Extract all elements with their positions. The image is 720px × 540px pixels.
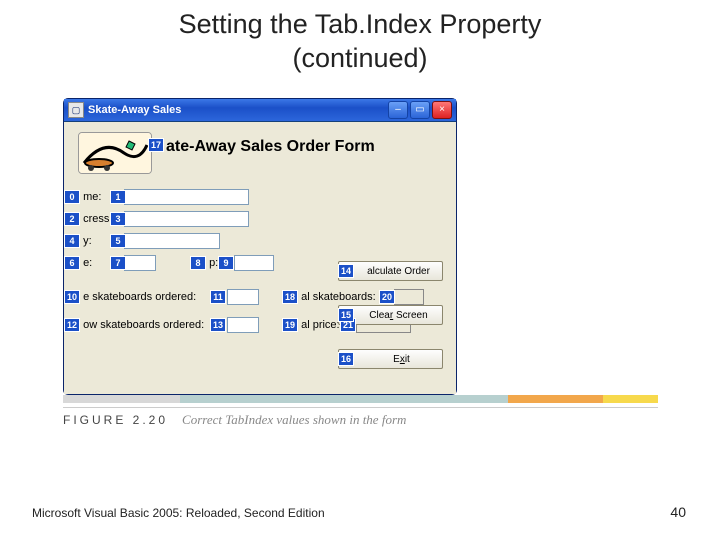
titlebar: ▢ Skate-Away Sales – ▭ × xyxy=(64,99,456,122)
maximize-button[interactable]: ▭ xyxy=(410,101,430,119)
window-title: Skate-Away Sales xyxy=(88,104,388,116)
clear-button-label: Clear Screen xyxy=(353,310,427,321)
figure-label: FIGURE 2.20 xyxy=(63,413,168,427)
form-client-area: 17 ate-Away Sales Order Form 0 me: 1 2 c… xyxy=(64,122,456,394)
company-logo xyxy=(78,132,152,174)
page-number: 40 xyxy=(670,504,686,520)
total-output-tabindex-tag: 20 xyxy=(379,290,395,304)
name-input[interactable] xyxy=(124,189,249,205)
exit-button[interactable]: 16 Exit xyxy=(338,349,443,369)
total-label: al skateboards: xyxy=(301,291,376,303)
bar-segment-light xyxy=(63,395,180,403)
close-button[interactable]: × xyxy=(432,101,452,119)
zip-input[interactable] xyxy=(234,255,274,271)
address-label-tabindex-tag: 2 xyxy=(64,212,80,226)
window-icon: ▢ xyxy=(68,102,84,118)
window-buttons: – ▭ × xyxy=(388,101,452,119)
city-label-tabindex-tag: 4 xyxy=(64,234,80,248)
exit-button-label: Exit xyxy=(371,354,410,365)
price-label-tabindex-tag: 19 xyxy=(282,318,298,332)
title-line2: (continued) xyxy=(292,43,427,73)
clear-button-tabindex-tag: 15 xyxy=(338,308,354,322)
state-label-tabindex-tag: 6 xyxy=(64,256,80,270)
yellow-input-tabindex-tag: 13 xyxy=(210,318,226,332)
title-line1: Setting the Tab.Index Property xyxy=(179,9,542,39)
state-input[interactable] xyxy=(124,255,156,271)
zip-label-tabindex-tag: 8 xyxy=(190,256,206,270)
name-input-tabindex-tag: 1 xyxy=(110,190,126,204)
calculate-button-tabindex-tag: 14 xyxy=(338,264,354,278)
city-input-tabindex-tag: 5 xyxy=(110,234,126,248)
total-output xyxy=(394,289,424,305)
blue-label: e skateboards ordered: xyxy=(83,291,196,303)
total-label-tabindex-tag: 18 xyxy=(282,290,298,304)
bar-segment-orange xyxy=(508,395,603,403)
zip-label: p: xyxy=(209,257,218,269)
yellow-label-tabindex-tag: 12 xyxy=(64,318,80,332)
city-label: y: xyxy=(83,235,92,247)
figure-caption-strip: FIGURE 2.20 Correct TabIndex values show… xyxy=(63,395,658,428)
state-label: e: xyxy=(83,257,92,269)
address-input-tabindex-tag: 3 xyxy=(110,212,126,226)
yellow-label: ow skateboards ordered: xyxy=(83,319,204,331)
name-label-tabindex-tag: 0 xyxy=(64,190,80,204)
calculate-order-button[interactable]: 14 alculate Order xyxy=(338,261,443,281)
form-heading: ate-Away Sales Order Form xyxy=(166,138,375,156)
blue-input-tabindex-tag: 11 xyxy=(210,290,226,304)
price-label: al price: xyxy=(301,319,340,331)
bar-segment-teal xyxy=(180,395,508,403)
address-input[interactable] xyxy=(124,211,249,227)
exit-button-tabindex-tag: 16 xyxy=(338,352,354,366)
city-input[interactable] xyxy=(124,233,220,249)
app-window: ▢ Skate-Away Sales – ▭ × 17 ate-Away Sal… xyxy=(63,98,457,395)
zip-input-tabindex-tag: 9 xyxy=(218,256,234,270)
slide-title: Setting the Tab.Index Property (continue… xyxy=(0,8,720,76)
decorative-color-bar xyxy=(63,395,658,403)
calculate-button-label: alculate Order xyxy=(351,266,430,277)
bar-segment-yellow xyxy=(603,395,658,403)
footer-text: Microsoft Visual Basic 2005: Reloaded, S… xyxy=(32,506,325,520)
state-input-tabindex-tag: 7 xyxy=(110,256,126,270)
name-label: me: xyxy=(83,191,101,203)
blue-label-tabindex-tag: 10 xyxy=(64,290,80,304)
blue-input[interactable] xyxy=(227,289,259,305)
yellow-input[interactable] xyxy=(227,317,259,333)
figure-caption: Correct TabIndex values shown in the for… xyxy=(182,412,406,428)
heading-tabindex-tag: 17 xyxy=(148,138,164,152)
minimize-button[interactable]: – xyxy=(388,101,408,119)
address-label: cress: xyxy=(83,213,112,225)
